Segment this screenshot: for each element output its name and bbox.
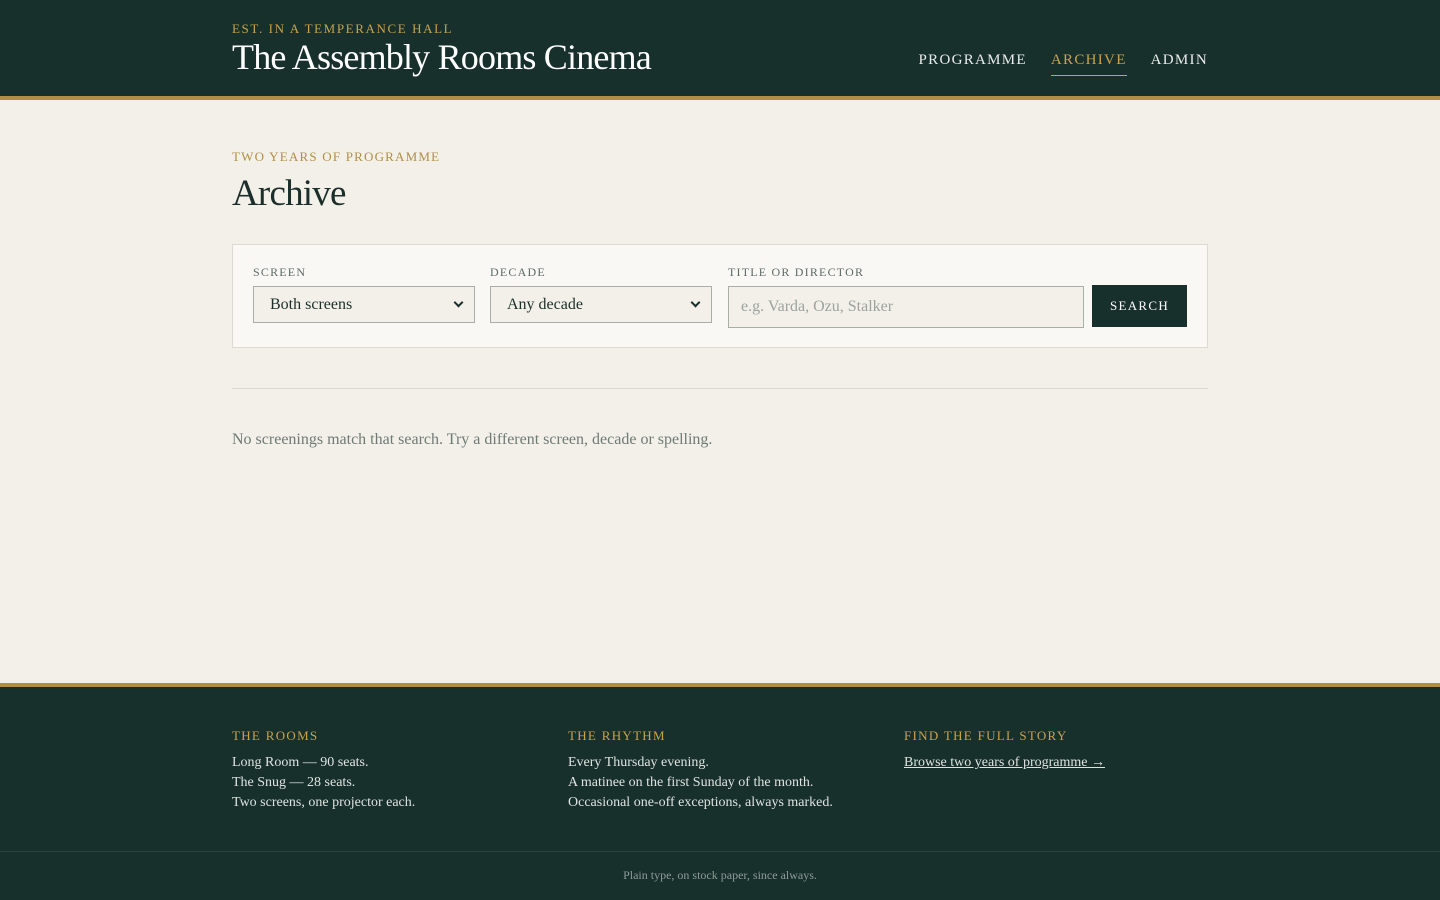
screen-select[interactable]: Both screens <box>253 286 475 323</box>
main-content: TWO YEARS OF PROGRAMME Archive SCREEN Bo… <box>0 100 1440 683</box>
decade-select[interactable]: Any decade <box>490 286 712 323</box>
footer-rhythm: THE RHYTHM Every Thursday evening. A mat… <box>568 728 833 813</box>
page-eyebrow: TWO YEARS OF PROGRAMME <box>232 149 441 164</box>
page-title: Archive <box>232 173 346 214</box>
decade-select-value: Any decade <box>507 295 583 313</box>
screen-select-value: Both screens <box>270 295 353 313</box>
query-field: TITLE OR DIRECTOR <box>728 265 1084 328</box>
footer-rooms-line: Two screens, one projector each. <box>232 795 416 810</box>
nav-archive[interactable]: ARCHIVE <box>1050 52 1127 76</box>
chevron-down-icon <box>690 297 701 308</box>
footer-rooms-line: The Snug — 28 seats. <box>232 775 356 790</box>
chevron-down-icon <box>453 297 464 308</box>
empty-results-message: No screenings match that search. Try a d… <box>232 431 713 448</box>
browse-programme-link[interactable]: Browse two years of programme → <box>904 755 1105 770</box>
search-button[interactable]: SEARCH <box>1092 285 1187 327</box>
section-divider <box>232 388 1208 389</box>
footer-rhythm-heading: THE RHYTHM <box>568 728 666 743</box>
footer-tagline: Plain type, on stock paper, since always… <box>0 851 1440 900</box>
query-label: TITLE OR DIRECTOR <box>728 265 865 279</box>
nav-admin[interactable]: ADMIN <box>1151 52 1208 76</box>
site-header: EST. IN A TEMPERANCE HALL The Assembly R… <box>0 0 1440 100</box>
screen-label: SCREEN <box>253 265 307 279</box>
footer-rooms: THE ROOMS Long Room — 90 seats. The Snug… <box>232 728 415 813</box>
screen-field: SCREEN Both screens <box>253 265 475 323</box>
decade-field: DECADE Any decade <box>490 265 712 323</box>
title-director-input[interactable] <box>728 286 1084 328</box>
site-footer: THE ROOMS Long Room — 90 seats. The Snug… <box>0 683 1440 900</box>
footer-rhythm-line: A matinee on the first Sunday of the mon… <box>568 775 814 790</box>
main-nav: PROGRAMME ARCHIVE ADMIN <box>919 52 1209 76</box>
footer-story-heading: FIND THE FULL STORY <box>904 728 1068 743</box>
nav-programme[interactable]: PROGRAMME <box>919 52 1027 76</box>
footer-rooms-heading: THE ROOMS <box>232 728 319 743</box>
archive-filter-form: SCREEN Both screens DECADE Any decade TI… <box>232 244 1208 348</box>
footer-story: FIND THE FULL STORY Browse two years of … <box>904 728 1105 771</box>
decade-label: DECADE <box>490 265 546 279</box>
footer-rooms-line: Long Room — 90 seats. <box>232 755 369 770</box>
footer-rhythm-line: Occasional one-off exceptions, always ma… <box>568 795 833 810</box>
footer-rhythm-line: Every Thursday evening. <box>568 755 709 770</box>
site-title[interactable]: The Assembly Rooms Cinema <box>232 36 652 78</box>
site-kicker: EST. IN A TEMPERANCE HALL <box>232 21 454 36</box>
